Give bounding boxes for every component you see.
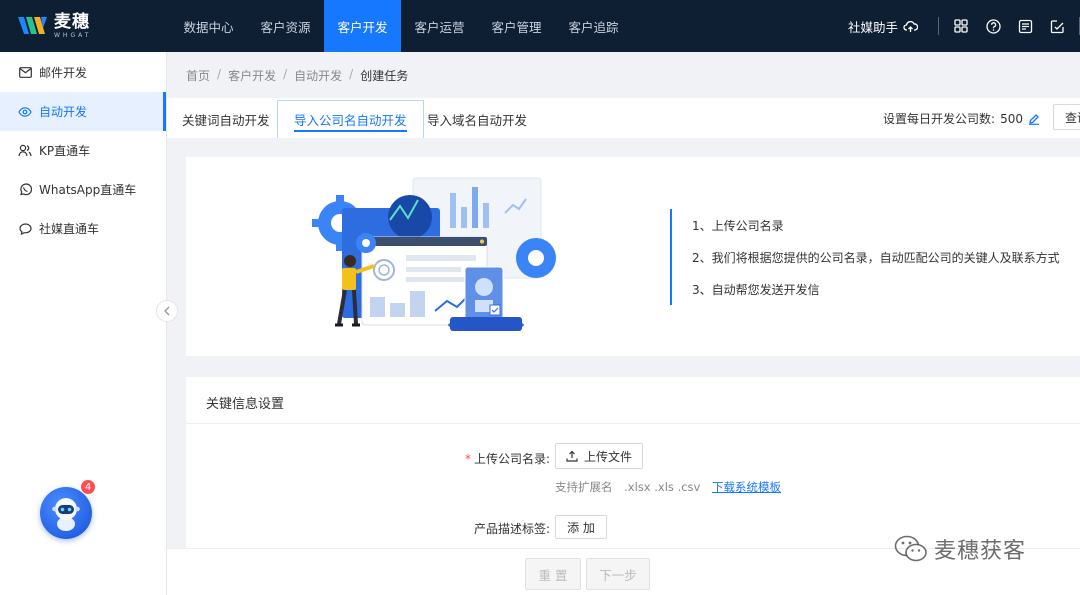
daily-company-setting: 设置每日开发公司数: 500 [883,110,1040,127]
product-tag-label: 产品描述标签: [473,522,550,536]
upload-company-label: * 上传公司名录: [440,450,550,467]
mail-icon [18,66,32,80]
nav-item-customer-development[interactable]: 客户开发 [324,0,401,52]
cloud-upload-icon [903,20,918,32]
tab-label: 导入公司名自动开发 [294,113,407,128]
robot-icon [52,498,80,531]
watermark: 麦穗获客 [894,533,1026,565]
tab-import-domains[interactable]: 导入域名自动开发 [427,100,527,138]
nav-item-customer-management[interactable]: 客户管理 [478,0,555,52]
sidebar-item-label: 邮件开发 [39,66,88,80]
breadcrumb-customer-development[interactable]: 客户开发 [228,67,276,84]
social-assistant-label: 社媒助手 [847,19,898,35]
upload-button-label: 上传文件 [583,449,632,464]
watermark-text: 麦穗获客 [934,539,1027,564]
sidebar-item-label: 自动开发 [39,105,88,119]
divider [938,17,939,35]
sidebar-item-label: WhatsApp直通车 [39,183,137,197]
query-button[interactable]: 查询 [1053,104,1080,130]
sidebar-item-email-development[interactable]: 邮件开发 [0,53,166,92]
nav-item-customer-resources[interactable]: 客户资源 [247,0,324,52]
main-nav: 数据中心 客户资源 客户开发 客户运营 客户管理 客户追踪 [170,0,632,52]
steps-list: 1、上传公司名录 2、我们将根据您提供的公司名录，自动匹配公司的关键人及联系方式… [670,209,1060,305]
tabs-bar: 关键词自动开发 导入公司名自动开发 导入域名自动开发 设置每日开发公司数: 50… [167,98,1080,138]
daily-value: 500 [1000,111,1023,126]
breadcrumb-home[interactable]: 首页 [186,67,210,84]
chevron-left-icon [164,306,170,316]
whatsapp-icon [18,183,32,197]
sidebar-item-auto-development[interactable]: 自动开发 [0,92,166,131]
breadcrumb-separator: / [283,67,288,81]
people-icon [18,144,32,158]
step-item: 2、我们将根据您提供的公司名录，自动匹配公司的关键人及联系方式 [692,250,1060,265]
social-assistant-button[interactable]: 社媒助手 [848,17,918,36]
data-dashboard-illustration [312,177,556,331]
upload-file-button[interactable]: 上传文件 [555,443,643,469]
notification-badge: 4 [80,479,96,495]
help-icon[interactable] [984,17,1002,35]
next-step-button[interactable]: 下一步 [586,558,650,590]
logo[interactable]: 麦穗 WHGAT [0,13,170,40]
file-extension-hint: 支持扩展名 .xlsx .xls .csv 下载系统模板 [555,479,781,495]
sidebar-item-kp-express[interactable]: KP直通车 [0,131,166,170]
step-item: 3、自动帮您发送开发信 [692,282,820,297]
sidebar-item-label: 社媒直通车 [39,222,100,236]
step-item: 1、上传公司名录 [692,218,784,233]
brand-name: 麦穗 [54,11,90,32]
edit-check-icon[interactable] [1048,17,1066,35]
breadcrumb-separator: / [349,67,354,81]
nav-item-customer-operations[interactable]: 客户运营 [401,0,478,52]
nav-item-customer-tracking[interactable]: 客户追踪 [555,0,632,52]
top-bar: 麦穗 WHGAT 数据中心 客户资源 客户开发 客户运营 客户管理 客户追踪 社… [0,0,1080,52]
nav-item-data-center[interactable]: 数据中心 [170,0,247,52]
upload-label-text: 上传公司名录: [473,452,550,466]
divider [186,423,1080,424]
sidebar-item-label: KP直通车 [39,144,91,158]
sidebar-collapse-button[interactable] [156,300,178,322]
hint-extensions: .xlsx .xls .csv [624,480,701,494]
edit-pencil-icon[interactable] [1028,113,1040,125]
required-asterisk: * [464,452,471,466]
breadcrumb-auto-development[interactable]: 自动开发 [294,67,342,84]
hint-prefix: 支持扩展名 [555,480,613,494]
list-doc-icon[interactable] [1016,17,1034,35]
breadcrumb: 首页 / 客户开发 / 自动开发 / 创建任务 [186,67,408,84]
add-tag-button[interactable]: 添 加 [555,515,607,539]
download-template-link[interactable]: 下载系统模板 [712,480,781,494]
active-tab-underline [294,130,407,132]
sidebar-item-whatsapp-express[interactable]: WhatsApp直通车 [0,170,166,209]
tab-import-company-names[interactable]: 导入公司名自动开发 [277,100,424,138]
daily-label: 设置每日开发公司数: [883,112,996,126]
breadcrumb-current: 创建任务 [360,69,409,83]
breadcrumb-separator: / [217,67,222,81]
assistant-robot-button[interactable] [40,487,92,539]
eye-icon [18,105,32,119]
chat-icon [18,222,32,236]
brand-mark-icon [18,17,47,34]
wechat-icon [894,535,927,562]
settings-title: 关键信息设置 [206,397,285,412]
reset-button[interactable]: 重 置 [525,558,581,590]
sidebar-item-social-express[interactable]: 社媒直通车 [0,209,166,248]
upload-icon [566,450,578,462]
tab-keyword-auto-development[interactable]: 关键词自动开发 [182,100,270,138]
brand-name-en: WHGAT [54,31,92,39]
apps-grid-icon[interactable] [952,17,970,35]
